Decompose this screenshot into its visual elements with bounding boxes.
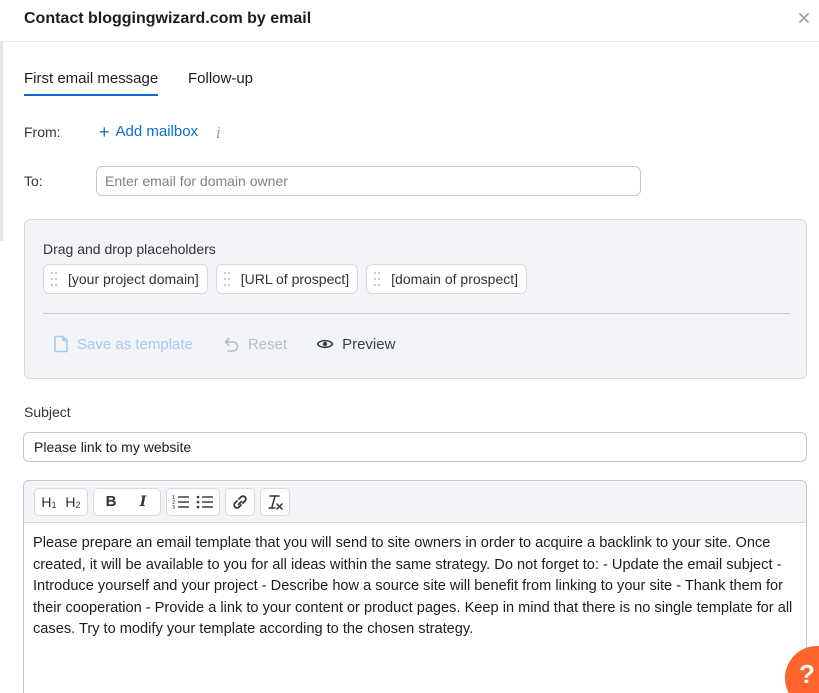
list-group: 123 (166, 487, 220, 516)
help-label: ? (799, 659, 815, 689)
email-body-text[interactable]: Please prepare an email template that yo… (24, 523, 806, 651)
placeholder-chip-domain-of-prospect[interactable]: [domain of prospect] (366, 264, 528, 294)
reset-button[interactable]: Reset (222, 335, 287, 353)
from-label: From: (24, 124, 61, 140)
svg-text:3: 3 (172, 505, 175, 510)
reset-label: Reset (247, 335, 288, 353)
info-icon[interactable]: i (216, 124, 221, 142)
preview-button[interactable]: Preview (316, 335, 395, 353)
heading-2-sub: 2 (75, 499, 81, 510)
bold-button[interactable]: B (102, 492, 120, 512)
save-as-template-button[interactable]: Save as template (53, 335, 193, 353)
tab-first-email-message[interactable]: First email message (24, 70, 159, 96)
undo-icon (224, 337, 239, 352)
heading-1-label: H (41, 493, 52, 510)
placeholder-chips: [your project domain] [URL of prospect] … (43, 264, 528, 294)
drag-handle-icon (50, 271, 58, 287)
placeholders-panel: Drag and drop placeholders [your project… (24, 219, 807, 379)
dialog-title: Contact bloggingwizard.com by email (24, 10, 312, 27)
preview-label: Preview (342, 335, 396, 353)
clear-format-group (260, 487, 290, 516)
heading-1-sub: 1 (51, 499, 57, 510)
placeholder-chip-project-domain[interactable]: [your project domain] (43, 264, 208, 294)
placeholder-chip-url-of-prospect[interactable]: [URL of prospect] (215, 264, 359, 294)
heading-1-button[interactable]: H1 (40, 492, 58, 512)
template-actions: Save as template Reset Preview (53, 335, 424, 353)
chip-label: [URL of prospect] (240, 271, 350, 287)
italic-button[interactable]: I (134, 492, 152, 512)
heading-2-label: H (65, 493, 76, 510)
eye-icon (316, 339, 334, 349)
close-icon[interactable] (795, 9, 813, 27)
tab-follow-up[interactable]: Follow-up (188, 70, 253, 87)
save-as-template-label: Save as template (77, 335, 193, 353)
dialog-header: Contact bloggingwizard.com by email (0, 0, 819, 42)
drag-handle-icon (373, 271, 381, 287)
ordered-list-icon[interactable]: 123 (172, 492, 190, 512)
editor-toolbar: H1 H2 B I 123 (24, 481, 806, 523)
link-icon[interactable] (231, 492, 249, 512)
chip-label: [your project domain] (68, 271, 199, 287)
divider (43, 313, 790, 314)
bullet-list-icon[interactable] (196, 492, 214, 512)
to-label: To: (24, 173, 43, 189)
subject-input[interactable] (23, 432, 807, 462)
side-edge (0, 41, 3, 241)
to-email-input[interactable] (96, 166, 641, 196)
chip-label: [domain of prospect] (391, 271, 519, 287)
add-mailbox-button[interactable]: + Add mailbox (99, 121, 199, 142)
email-editor: H1 H2 B I 123 Please prepare an email te… (23, 480, 807, 693)
link-group (225, 487, 255, 516)
heading-group: H1 H2 (34, 487, 88, 516)
add-mailbox-label: Add mailbox (115, 123, 199, 140)
clear-formatting-icon[interactable] (266, 492, 284, 512)
placeholders-heading: Drag and drop placeholders (43, 241, 216, 257)
subject-label: Subject (24, 404, 71, 420)
heading-2-button[interactable]: H2 (64, 492, 82, 512)
plus-icon: + (99, 121, 110, 142)
document-icon (54, 335, 68, 353)
format-group: B I (93, 487, 161, 516)
drag-handle-icon (223, 271, 230, 287)
